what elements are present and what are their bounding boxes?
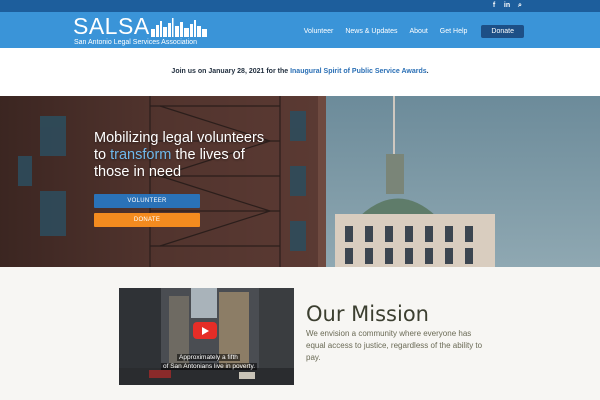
mission-body: We envision a community where everyone h… xyxy=(306,329,483,362)
logo-subtitle: San Antonio Legal Services Association xyxy=(74,39,197,46)
donate-button[interactable]: DONATE xyxy=(94,213,200,227)
skyline-logo-icon xyxy=(151,18,207,37)
hero-banner: Mobilizing legal volunteers to transform… xyxy=(0,96,600,267)
announcement-suffix: . xyxy=(426,68,429,75)
awards-link[interactable]: Inaugural Spirit of Public Service Award… xyxy=(290,68,427,75)
nav-donate-button[interactable]: Donate xyxy=(481,25,524,38)
announcement-banner: Join us on January 28, 2021 for the Inau… xyxy=(0,48,600,96)
video-caption-line-2: of San Antonians live in poverty. xyxy=(161,363,258,370)
utility-bar: f in ⌕ xyxy=(0,0,600,12)
hero-line-1: Mobilizing legal volunteers xyxy=(94,130,265,146)
hero-highlight-word: transform xyxy=(110,147,172,163)
hero-line-2-post: the lives of xyxy=(171,147,245,163)
mission-video[interactable]: Approximately a fifth of San Antonians l… xyxy=(119,288,294,385)
mission-title: Our Mission xyxy=(306,302,429,326)
video-play-icon[interactable] xyxy=(193,322,217,339)
site-logo[interactable]: SALSA San Antonio Legal Services Associa… xyxy=(73,13,213,48)
mission-section: Approximately a fifth of San Antonians l… xyxy=(0,267,600,400)
video-caption-line-1: Approximately a fifth xyxy=(177,354,240,361)
social-links: f in ⌕ xyxy=(490,1,524,11)
facebook-icon[interactable]: f xyxy=(490,1,498,11)
logo-wordmark: SALSA xyxy=(73,13,150,39)
nav-news-updates[interactable]: News & Updates xyxy=(345,28,397,35)
site-header: SALSA San Antonio Legal Services Associa… xyxy=(0,12,600,48)
nav-get-help[interactable]: Get Help xyxy=(440,28,468,35)
hero-background-image xyxy=(0,96,600,267)
hero-line-2-pre: to xyxy=(94,147,111,163)
search-icon[interactable]: ⌕ xyxy=(516,1,524,11)
volunteer-button[interactable]: VOLUNTEER xyxy=(94,194,200,208)
hero-line-3: those in need xyxy=(94,164,182,180)
nav-about[interactable]: About xyxy=(410,28,428,35)
hero-headline: Mobilizing legal volunteers to transform… xyxy=(94,130,284,181)
main-nav: Volunteer News & Updates About Get Help … xyxy=(304,25,524,38)
nav-volunteer[interactable]: Volunteer xyxy=(304,28,334,35)
linkedin-icon[interactable]: in xyxy=(503,1,511,11)
announcement-text: Join us on January 28, 2021 for the xyxy=(171,68,291,75)
